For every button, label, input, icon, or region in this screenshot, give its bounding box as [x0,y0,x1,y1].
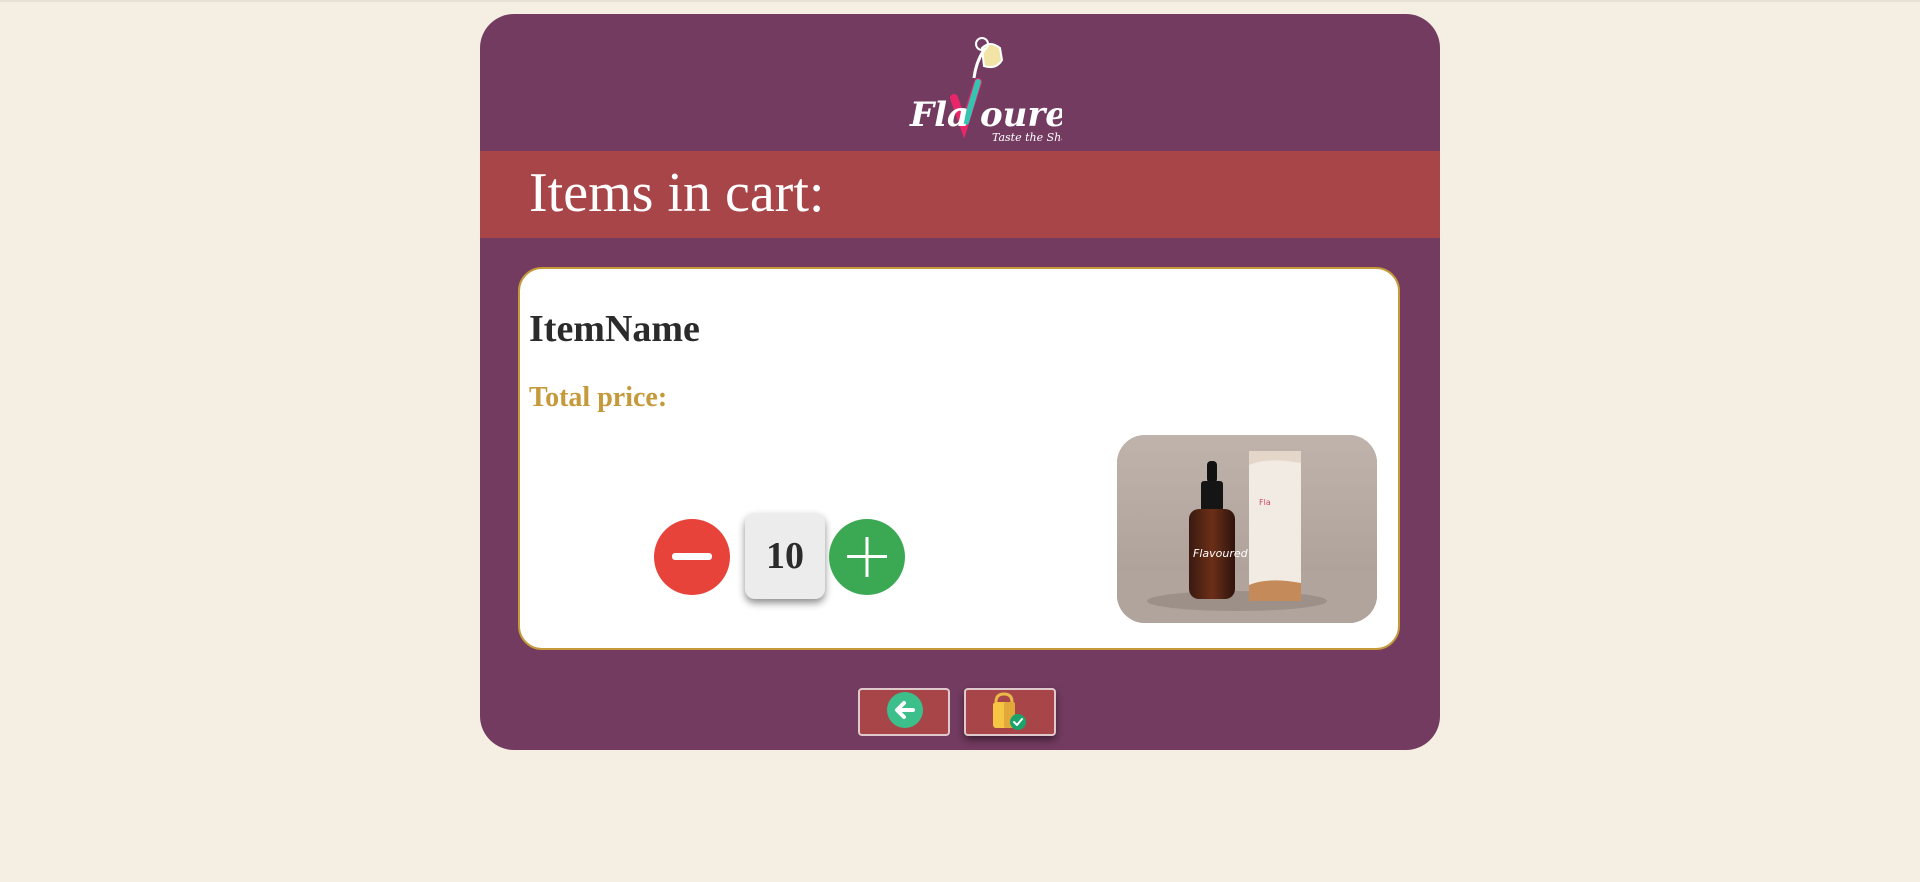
top-divider [0,0,1920,2]
quantity-value: 10 [745,513,825,599]
cart-panel: Fla oured Taste the Shades Items in cart… [480,14,1440,750]
cart-header-band: Items in cart: [480,151,1440,238]
plus-icon [847,537,887,577]
arrow-left-icon [887,692,923,728]
svg-text:Flavoured: Flavoured [1193,547,1249,560]
decrease-quantity-button[interactable] [654,519,730,595]
svg-text:oured: oured [980,95,1062,135]
item-total-price-label: Total price: [529,382,668,413]
back-button[interactable] [858,688,950,736]
minus-icon [672,553,712,560]
svg-text:Fla: Fla [1259,498,1271,507]
product-image: Flavoured Fla [1117,435,1377,623]
shopping-bag-check-icon [993,692,1026,730]
product-photo-icon: Flavoured Fla [1117,435,1377,623]
brand-logo: Fla oured Taste the Shades [909,37,1062,144]
page-title: Items in cart: [529,162,825,224]
svg-text:Taste the Shades: Taste the Shades [992,131,1062,144]
svg-text:Fla: Fla [909,95,969,135]
increase-quantity-button[interactable] [829,519,905,595]
item-name: ItemName [529,308,700,350]
checkout-button[interactable] [964,688,1056,736]
cart-item-card: ItemName Total price: 10 Flavoured Fla [518,267,1400,650]
